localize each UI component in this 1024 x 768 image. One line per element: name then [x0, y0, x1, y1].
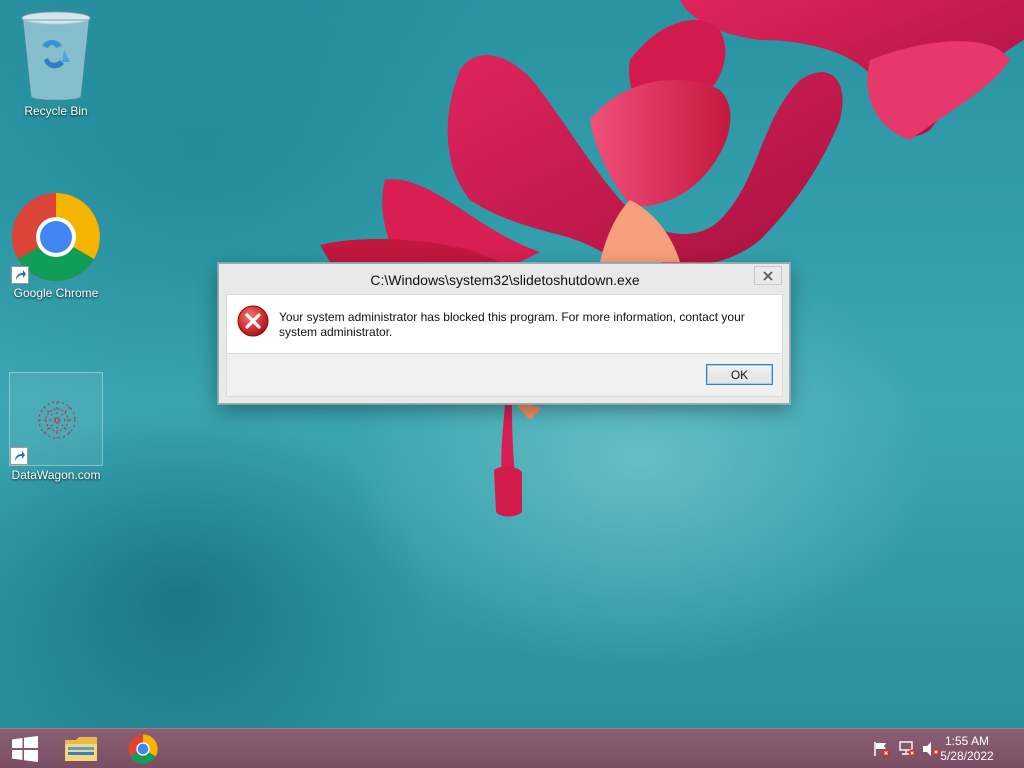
action-center-flag-icon[interactable]	[873, 741, 891, 757]
datawagon-logo-icon	[38, 401, 76, 439]
dialog-body: Your system administrator has blocked th…	[226, 294, 783, 354]
clock-date: 5/28/2022	[940, 749, 994, 763]
desktop-icon-label: Recycle Bin	[24, 104, 88, 118]
windows-logo-icon	[12, 736, 38, 762]
start-button[interactable]	[0, 729, 50, 768]
desktop-icon-datawagon[interactable]: DataWagon.com	[9, 372, 103, 482]
desktop-icon-google-chrome[interactable]: Google Chrome	[9, 190, 103, 300]
ok-button[interactable]: OK	[706, 364, 773, 385]
clock-time: 1:55 AM	[944, 734, 990, 748]
error-dialog: C:\Windows\system32\slidetoshutdown.exe …	[218, 263, 790, 404]
dialog-message: Your system administrator has blocked th…	[279, 310, 745, 339]
close-button[interactable]	[754, 266, 782, 285]
desktop-icon-label: DataWagon.com	[11, 468, 101, 482]
taskbar-file-explorer[interactable]	[52, 729, 110, 768]
close-icon	[763, 270, 773, 281]
shortcut-arrow-icon	[11, 266, 29, 284]
network-icon[interactable]	[898, 741, 916, 757]
desktop-icon-label: Google Chrome	[13, 286, 99, 300]
dialog-title: C:\Windows\system32\slidetoshutdown.exe	[370, 272, 640, 288]
taskbar: 1:55 AM 5/28/2022	[0, 728, 1024, 768]
file-explorer-icon	[65, 737, 97, 761]
error-icon	[237, 305, 269, 337]
shortcut-arrow-icon	[10, 447, 28, 465]
desktop-icon-recycle-bin[interactable]: Recycle Bin	[9, 6, 103, 118]
taskbar-clock[interactable]: 1:55 AM 5/28/2022	[932, 734, 1002, 764]
dialog-footer: OK	[226, 354, 783, 397]
taskbar-chrome[interactable]	[114, 729, 172, 768]
recycle-bin-icon	[21, 11, 91, 100]
chrome-icon	[128, 734, 158, 764]
